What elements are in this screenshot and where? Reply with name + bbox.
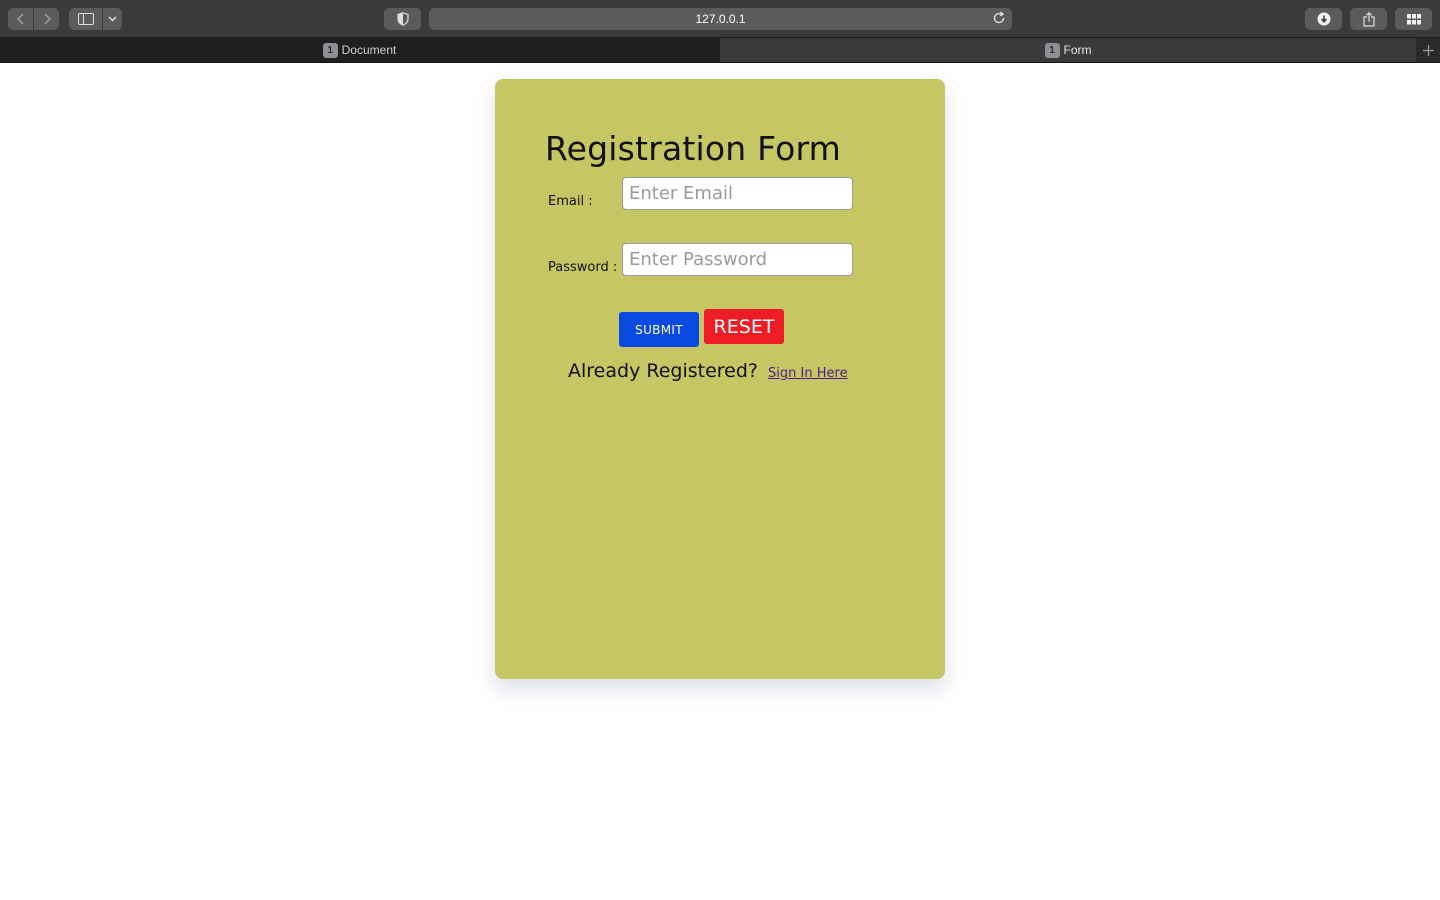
sidebar-icon bbox=[77, 13, 94, 25]
address-bar[interactable]: 127.0.0.1 bbox=[429, 8, 1012, 30]
submit-button[interactable]: SUBMIT bbox=[619, 312, 699, 347]
back-icon bbox=[16, 13, 24, 25]
form-title: Registration Form bbox=[545, 129, 842, 168]
forward-button[interactable] bbox=[34, 8, 59, 30]
address-text: 127.0.0.1 bbox=[695, 12, 746, 26]
tabs-overview-icon bbox=[1406, 13, 1421, 24]
tab-count-badge: 1 bbox=[1044, 42, 1060, 58]
email-input[interactable] bbox=[622, 177, 853, 210]
already-registered-line: Already Registered? Sign In Here bbox=[568, 360, 848, 382]
back-button[interactable] bbox=[8, 8, 33, 30]
registration-card: Registration Form Email : Password : SUB… bbox=[495, 79, 945, 679]
tab-bar: 1 Document 1 Form bbox=[0, 38, 1440, 63]
chevron-down-icon bbox=[108, 16, 117, 22]
reload-button[interactable] bbox=[992, 11, 1006, 28]
share-icon bbox=[1362, 11, 1375, 27]
reload-icon bbox=[993, 11, 1005, 24]
email-label: Email : bbox=[548, 194, 593, 209]
sign-in-link[interactable]: Sign In Here bbox=[768, 366, 848, 381]
sidebar-toggle-button[interactable] bbox=[69, 8, 102, 30]
privacy-report-button[interactable] bbox=[384, 8, 421, 30]
tab-overview-button[interactable] bbox=[1395, 8, 1432, 30]
tab-label: Document bbox=[341, 43, 397, 57]
tab-document[interactable]: 1 Document bbox=[0, 38, 719, 62]
new-tab-button[interactable] bbox=[1416, 38, 1440, 62]
shield-icon bbox=[396, 12, 409, 26]
download-icon bbox=[1317, 12, 1330, 26]
reset-button[interactable]: RESET bbox=[704, 309, 784, 344]
downloads-button[interactable] bbox=[1305, 8, 1342, 30]
sidebar-dropdown-button[interactable] bbox=[103, 8, 122, 30]
forward-icon bbox=[43, 13, 51, 25]
tab-count-badge: 1 bbox=[322, 42, 338, 58]
already-registered-text: Already Registered? bbox=[568, 360, 758, 382]
plus-icon bbox=[1422, 44, 1434, 56]
password-input[interactable] bbox=[622, 243, 853, 276]
password-label: Password : bbox=[548, 260, 618, 275]
browser-toolbar: 127.0.0.1 bbox=[0, 0, 1440, 38]
tab-label: Form bbox=[1063, 43, 1092, 57]
share-button[interactable] bbox=[1350, 8, 1387, 30]
tab-form[interactable]: 1 Form bbox=[720, 38, 1416, 62]
